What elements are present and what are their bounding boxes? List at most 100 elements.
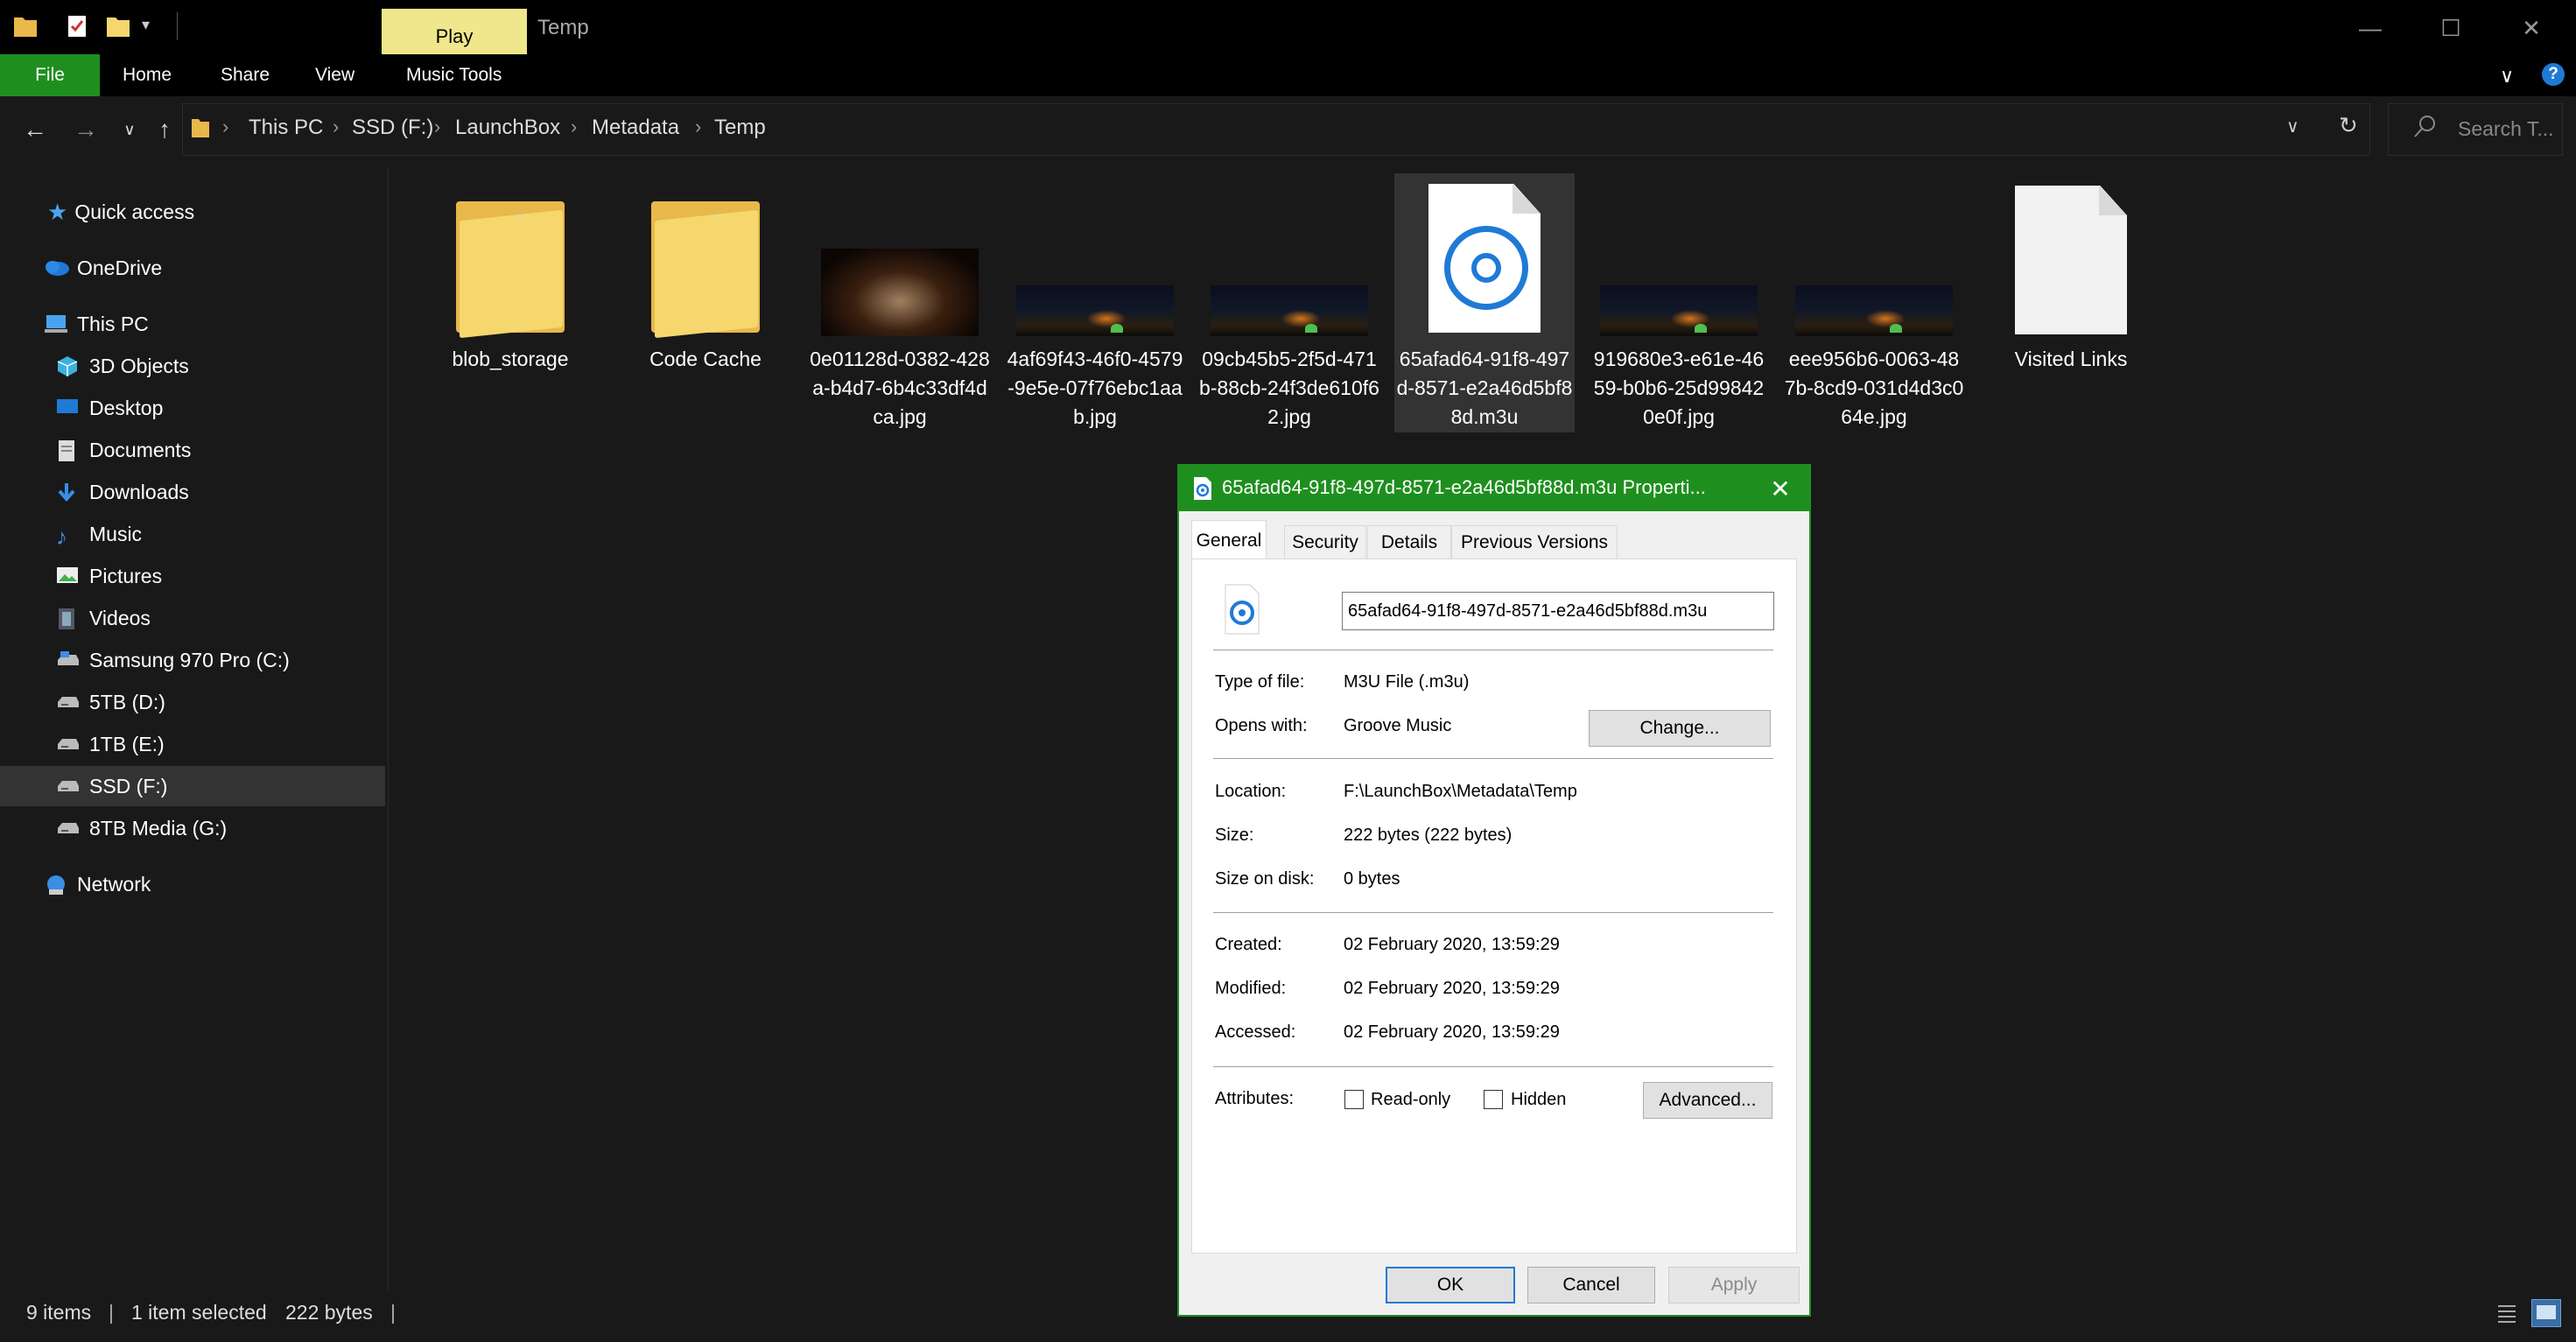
location-label: Location:	[1215, 782, 1287, 801]
details-view-icon[interactable]	[2495, 1301, 2519, 1325]
sidebar-item-onedrive[interactable]: OneDrive	[0, 248, 385, 288]
new-folder-icon[interactable]	[105, 14, 131, 39]
breadcrumb-launchbox[interactable]: LaunchBox	[455, 116, 560, 140]
sidebar-item-drive-f[interactable]: SSD (F:)	[0, 766, 385, 806]
image-thumbnail	[821, 249, 979, 336]
sidebar-item-3d-objects[interactable]: 3D Objects	[0, 346, 385, 386]
properties-icon[interactable]	[65, 14, 91, 39]
cancel-button[interactable]: Cancel	[1527, 1267, 1655, 1303]
sidebar-item-quick-access[interactable]: ★ Quick access	[0, 192, 385, 232]
sidebar-item-videos[interactable]: Videos	[0, 598, 385, 638]
desktop-icon	[56, 397, 79, 418]
expand-ribbon-chevron-icon[interactable]: ∨	[2500, 65, 2514, 88]
sidebar-item-drive-d[interactable]: 5TB (D:)	[0, 682, 385, 722]
sidebar-item-documents[interactable]: Documents	[0, 430, 385, 470]
file-name: eee956b6-0063-487b-8cd9-031d4d3c064e.jpg	[1784, 348, 1964, 428]
sidebar-item-this-pc[interactable]: This PC	[0, 304, 385, 344]
advanced-button[interactable]: Advanced...	[1643, 1082, 1772, 1119]
sidebar-item-label: This PC	[77, 312, 149, 335]
cloud-icon	[44, 257, 69, 278]
breadcrumb-separator[interactable]: ›	[571, 116, 577, 138]
tab-share[interactable]: Share	[221, 54, 270, 96]
change-button[interactable]: Change...	[1589, 710, 1771, 747]
breadcrumb-separator[interactable]: ›	[434, 116, 440, 138]
sidebar-item-label: SSD (F:)	[89, 774, 168, 797]
sidebar-item-desktop[interactable]: Desktop	[0, 388, 385, 428]
tab-music-tools[interactable]: Music Tools	[406, 54, 502, 96]
groove-music-file-icon	[1428, 184, 1541, 333]
sidebar-item-drive-g[interactable]: 8TB Media (G:)	[0, 808, 385, 848]
help-icon[interactable]: ?	[2542, 63, 2565, 86]
breadcrumb-separator[interactable]: ›	[222, 116, 228, 138]
tab-previous-versions[interactable]: Previous Versions	[1451, 525, 1618, 559]
file-item-file[interactable]: Visited Links	[1981, 173, 2161, 432]
sidebar-item-pictures[interactable]: Pictures	[0, 556, 385, 596]
download-arrow-icon	[56, 481, 79, 502]
hidden-checkbox[interactable]	[1484, 1090, 1503, 1109]
groove-music-file-icon	[1222, 583, 1262, 636]
file-item-image[interactable]: 0e01128d-0382-428a-b4d7-6b4c33df4dca.jpg	[810, 173, 990, 432]
tab-file[interactable]: File	[0, 54, 100, 96]
back-arrow-icon[interactable]: ←	[18, 112, 53, 147]
breadcrumb-temp[interactable]: Temp	[714, 116, 766, 140]
tab-view[interactable]: View	[315, 54, 354, 96]
breadcrumb-this-pc[interactable]: This PC	[249, 116, 323, 140]
drive-icon	[56, 650, 79, 671]
sidebar-item-label: Quick access	[74, 200, 195, 223]
breadcrumb-separator[interactable]: ›	[333, 116, 339, 138]
pictures-icon	[56, 566, 79, 587]
file-item-playlist[interactable]: 65afad64-91f8-497d-8571-e2a46d5bf88d.m3u	[1394, 173, 1575, 432]
ribbon	[0, 54, 2576, 96]
tab-general[interactable]: General	[1191, 520, 1267, 560]
up-arrow-icon[interactable]: ↑	[147, 112, 182, 147]
file-item-image[interactable]: 4af69f43-46f0-4579-9e5e-07f76ebc1aab.jpg	[1005, 173, 1185, 432]
file-item-image[interactable]: eee956b6-0063-487b-8cd9-031d4d3c064e.jpg	[1784, 173, 1964, 432]
folder-icon[interactable]	[12, 14, 39, 39]
documents-icon	[56, 439, 79, 461]
maximize-button[interactable]: ☐	[2414, 7, 2488, 49]
search-placeholder: Search T...	[2458, 117, 2554, 140]
sidebar-item-drive-e[interactable]: 1TB (E:)	[0, 724, 385, 764]
breadcrumb-ssd[interactable]: SSD (F:)	[352, 116, 433, 140]
readonly-checkbox[interactable]	[1344, 1090, 1364, 1109]
filename-field[interactable]	[1342, 592, 1774, 630]
tab-security[interactable]: Security	[1284, 525, 1366, 559]
sidebar-item-music[interactable]: ♪ Music	[0, 514, 385, 554]
dialog-close-button[interactable]: ✕	[1763, 471, 1798, 506]
network-icon	[44, 874, 67, 895]
opens-with-value: Groove Music	[1344, 716, 1452, 735]
file-item-image[interactable]: 09cb45b5-2f5d-471b-88cb-24f3de610f62.jpg	[1199, 173, 1379, 432]
tab-details[interactable]: Details	[1367, 525, 1451, 559]
play-contextual-tab[interactable]: Play	[382, 9, 527, 54]
type-value: M3U File (.m3u)	[1344, 672, 1470, 692]
file-item-folder[interactable]: blob_storage	[420, 173, 600, 432]
selection-count: 1 item selected	[131, 1301, 267, 1324]
attributes-label: Attributes:	[1215, 1089, 1295, 1108]
drive-icon	[56, 692, 79, 713]
size-on-disk-label: Size on disk:	[1215, 869, 1315, 889]
address-folder-icon	[191, 116, 210, 143]
ok-button[interactable]: OK	[1386, 1267, 1515, 1303]
file-item-image[interactable]: 919680e3-e61e-4659-b0b6-25d998420e0f.jpg	[1589, 173, 1769, 432]
close-button[interactable]: ✕	[2495, 7, 2568, 49]
image-thumbnail	[1016, 285, 1174, 336]
apply-button[interactable]: Apply	[1668, 1267, 1800, 1303]
search-icon	[2412, 114, 2437, 144]
sidebar-item-downloads[interactable]: Downloads	[0, 472, 385, 512]
sidebar-item-label: OneDrive	[77, 256, 163, 279]
folder-icon	[651, 194, 760, 339]
tab-home[interactable]: Home	[123, 54, 172, 96]
breadcrumb-metadata[interactable]: Metadata	[592, 116, 679, 140]
minimize-button[interactable]: —	[2334, 7, 2407, 49]
file-item-folder[interactable]: Code Cache	[615, 173, 796, 432]
customize-toolbar-chevron-icon[interactable]: ▾	[142, 16, 150, 34]
forward-arrow-icon[interactable]: →	[68, 112, 103, 147]
image-thumbnail	[1795, 285, 1953, 336]
sidebar-item-network[interactable]: Network	[0, 864, 385, 904]
breadcrumb-separator[interactable]: ›	[695, 116, 701, 138]
refresh-icon[interactable]: ↻	[2339, 112, 2358, 139]
large-icons-view-icon[interactable]	[2531, 1299, 2561, 1327]
address-history-chevron-icon[interactable]: ∨	[2286, 116, 2299, 137]
recent-locations-chevron-icon[interactable]: ∨	[112, 112, 147, 147]
sidebar-item-drive-c[interactable]: Samsung 970 Pro (C:)	[0, 640, 385, 680]
